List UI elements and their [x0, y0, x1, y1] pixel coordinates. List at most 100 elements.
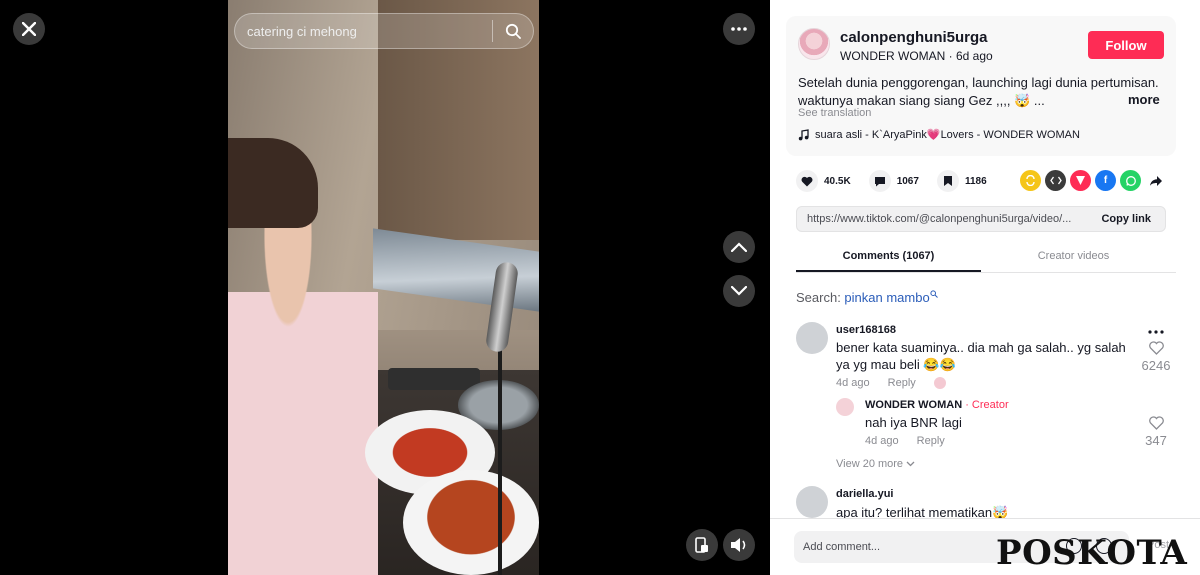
video-stage [0, 0, 770, 575]
search-icon [505, 23, 521, 39]
see-translation-link[interactable]: See translation [798, 107, 871, 119]
comment-meta: 4d ago Reply [836, 377, 946, 389]
copy-link-button[interactable]: Copy link [1087, 213, 1165, 225]
pip-icon [695, 537, 708, 553]
volume-button[interactable] [723, 529, 755, 561]
details-panel: calonpenghuni5urga WONDER WOMAN · 6d ago… [770, 0, 1200, 575]
commenter-avatar[interactable] [796, 486, 828, 518]
comment-stat[interactable]: 1067 [868, 170, 919, 192]
follow-button[interactable]: Follow [1088, 31, 1164, 59]
comment-icon [868, 170, 891, 192]
comment-text: apa itu? terlihat mematikan🤯 [836, 505, 1009, 518]
search-suggestion[interactable]: Search: pinkan mambo [796, 290, 938, 305]
more-options-button[interactable] [723, 13, 755, 45]
reply-avatar[interactable] [836, 398, 854, 416]
view-more-replies-button[interactable]: View 20 more [836, 458, 915, 470]
embed-button[interactable] [1045, 170, 1066, 191]
whatsapp-share-button[interactable] [1120, 170, 1141, 191]
comment-text: bener kata suaminya.. dia mah ga salah..… [836, 339, 1136, 373]
poskota-watermark: POSKOTA [996, 533, 1188, 573]
description-more-link[interactable]: more [1128, 92, 1160, 107]
like-count: 40.5K [824, 175, 851, 187]
description-line: Setelah dunia penggorengan, launching la… [798, 75, 1159, 90]
send-to-friends-button[interactable] [1070, 170, 1091, 191]
search-button[interactable] [493, 13, 533, 49]
creator-badge: · Creator [962, 399, 1009, 411]
reply-meta: 4d ago Reply [865, 435, 945, 447]
share-buttons: f [1020, 170, 1166, 191]
commenter-username[interactable]: dariella.yui [836, 488, 893, 500]
save-count: 1186 [964, 175, 987, 187]
video-frame-plate [403, 470, 539, 575]
panel-tabs: Comments (1067) Creator videos [796, 243, 1176, 273]
reply-text: nah iya BNR lagi [865, 415, 962, 430]
reply-username[interactable]: WONDER WOMAN · Creator [865, 399, 1009, 411]
author-username[interactable]: calonpenghuni5urga [840, 29, 988, 46]
embed-icon [1049, 176, 1062, 185]
reply-time: 4d ago [865, 435, 899, 447]
comment-options-button[interactable] [1136, 322, 1176, 337]
reply-author-name: WONDER WOMAN [865, 399, 963, 411]
video-url[interactable]: https://www.tiktok.com/@calonpenghuni5ur… [797, 213, 1087, 225]
more-icon [1148, 330, 1164, 334]
reply-button[interactable]: Reply [888, 377, 916, 389]
save-stat[interactable]: 1186 [936, 170, 987, 192]
volume-icon [731, 538, 746, 552]
more-icon [731, 27, 747, 31]
share-arrow-icon [1149, 175, 1162, 186]
comment-count: 1067 [896, 175, 919, 187]
search-icon [930, 290, 938, 298]
commenter-username[interactable]: user168168 [836, 324, 896, 336]
close-icon [22, 22, 36, 36]
search-suggestion-prefix: Search: [796, 290, 845, 305]
search-input[interactable] [235, 14, 492, 48]
chevron-down-icon [906, 461, 915, 467]
repost-button[interactable] [1020, 170, 1041, 191]
chevron-up-icon [731, 242, 747, 252]
search-bar [234, 13, 534, 49]
search-suggestion-keyword[interactable]: pinkan mambo [844, 290, 929, 305]
picture-in-picture-button[interactable] [686, 529, 718, 561]
chevron-down-icon [731, 286, 747, 296]
view-more-label: View 20 more [836, 458, 904, 470]
whatsapp-icon [1125, 175, 1136, 186]
subline-separator: · [945, 49, 956, 63]
heart-outline-icon [1148, 341, 1164, 355]
author-avatar[interactable] [798, 28, 830, 60]
comment-like-button[interactable]: 6246 [1136, 341, 1176, 373]
video-frame-bowls [388, 368, 480, 390]
reply-like-button[interactable]: 347 [1136, 416, 1176, 448]
more-share-button[interactable] [1145, 170, 1166, 191]
repost-icon [1026, 175, 1035, 186]
commenter-avatar[interactable] [796, 322, 828, 354]
author-subline: WONDER WOMAN · 6d ago [840, 49, 993, 63]
reply-like-count: 347 [1145, 433, 1167, 448]
reply-button[interactable]: Reply [917, 435, 945, 447]
tab-creator-videos[interactable]: Creator videos [981, 243, 1166, 272]
author-nickname: WONDER WOMAN [840, 49, 946, 63]
post-time: 6d ago [956, 49, 993, 63]
sound-link[interactable]: suara asli - K`AryaPink💗Lovers - WONDER … [798, 128, 1080, 141]
heart-icon [796, 170, 818, 192]
tiktok-video-viewer: calonpenghuni5urga WONDER WOMAN · 6d ago… [0, 0, 1200, 575]
post-info-card: calonpenghuni5urga WONDER WOMAN · 6d ago… [786, 16, 1176, 156]
post-description: Setelah dunia penggorengan, launching la… [798, 74, 1170, 110]
video-player[interactable] [228, 0, 539, 575]
comment-text-line: ya yg mau beli 😂😂 [836, 357, 956, 372]
engagement-stats: 40.5K 1067 1186 [796, 170, 1005, 192]
next-video-button[interactable] [723, 275, 755, 307]
comment-text-line: bener kata suaminya.. dia mah ga salah..… [836, 340, 1126, 355]
tab-comments[interactable]: Comments (1067) [796, 243, 981, 272]
video-frame-mic-stand [498, 345, 502, 575]
comment-time: 4d ago [836, 377, 870, 389]
comment-list: user168168 bener kata suaminya.. dia mah… [796, 318, 1176, 518]
creator-liked-avatar [933, 377, 946, 389]
send-icon [1076, 176, 1085, 185]
heart-outline-icon [1148, 416, 1164, 430]
facebook-share-button[interactable]: f [1095, 170, 1116, 191]
close-button[interactable] [13, 13, 45, 45]
like-stat[interactable]: 40.5K [796, 170, 851, 192]
previous-video-button[interactable] [723, 231, 755, 263]
facebook-icon: f [1103, 175, 1108, 186]
comment-like-count: 6246 [1141, 358, 1171, 373]
